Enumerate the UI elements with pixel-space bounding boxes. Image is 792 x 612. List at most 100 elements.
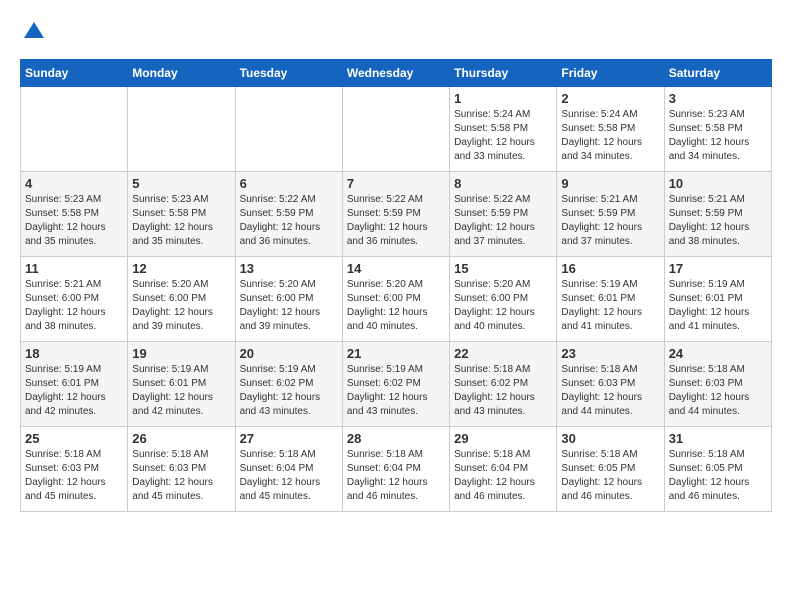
- day-info: Sunrise: 5:24 AM Sunset: 5:58 PM Dayligh…: [454, 108, 552, 164]
- day-info: Sunrise: 5:18 AM Sunset: 6:03 PM Dayligh…: [561, 363, 659, 419]
- day-info: Sunrise: 5:18 AM Sunset: 6:04 PM Dayligh…: [347, 448, 445, 504]
- calendar-cell: 15 Sunrise: 5:20 AM Sunset: 6:00 PM Dayli…: [450, 257, 557, 342]
- day-number: 3: [669, 91, 767, 106]
- day-info: Sunrise: 5:21 AM Sunset: 5:59 PM Dayligh…: [561, 193, 659, 249]
- day-number: 14: [347, 261, 445, 276]
- calendar-cell: 11Sunrise: 5:21 AM Sunset: 6:00 PM Dayli…: [21, 257, 128, 342]
- calendar-cell: [128, 87, 235, 172]
- day-number: 2: [561, 91, 659, 106]
- day-info: Sunrise: 5:21 AM Sunset: 5:59 PM Dayligh…: [669, 193, 767, 249]
- calendar-cell: 30 Sunrise: 5:18 AM Sunset: 6:05 PM Dayli…: [557, 427, 664, 512]
- calendar-cell: 31 Sunrise: 5:18 AM Sunset: 6:05 PM Dayli…: [664, 427, 771, 512]
- header-monday: Monday: [128, 60, 235, 87]
- calendar-cell: 5Sunrise: 5:23 AM Sunset: 5:58 PM Daylig…: [128, 172, 235, 257]
- calendar-cell: 27 Sunrise: 5:18 AM Sunset: 6:04 PM Dayli…: [235, 427, 342, 512]
- header-sunday: Sunday: [21, 60, 128, 87]
- header-thursday: Thursday: [450, 60, 557, 87]
- day-number: 31: [669, 431, 767, 446]
- day-number: 1: [454, 91, 552, 106]
- calendar-cell: 18 Sunrise: 5:19 AM Sunset: 6:01 PM Dayli…: [21, 342, 128, 427]
- day-number: 18: [25, 346, 123, 361]
- day-info: Sunrise: 5:24 AM Sunset: 5:58 PM Dayligh…: [561, 108, 659, 164]
- calendar-cell: 4 Sunrise: 5:23 AM Sunset: 5:58 PM Daylig…: [21, 172, 128, 257]
- day-number: 30: [561, 431, 659, 446]
- day-info: Sunrise: 5:20 AM Sunset: 6:00 PM Dayligh…: [454, 278, 552, 334]
- week-row-5: 25 Sunrise: 5:18 AM Sunset: 6:03 PM Dayli…: [21, 427, 772, 512]
- day-number: 28: [347, 431, 445, 446]
- calendar-header: SundayMondayTuesdayWednesdayThursdayFrid…: [21, 60, 772, 87]
- day-info: Sunrise: 5:22 AM Sunset: 5:59 PM Dayligh…: [347, 193, 445, 249]
- calendar-cell: 29 Sunrise: 5:18 AM Sunset: 6:04 PM Dayli…: [450, 427, 557, 512]
- day-number: 13: [240, 261, 338, 276]
- day-info: Sunrise: 5:20 AM Sunset: 6:00 PM Dayligh…: [347, 278, 445, 334]
- day-number: 7: [347, 176, 445, 191]
- day-info: Sunrise: 5:18 AM Sunset: 6:05 PM Dayligh…: [669, 448, 767, 504]
- calendar-cell: 13 Sunrise: 5:20 AM Sunset: 6:00 PM Dayli…: [235, 257, 342, 342]
- calendar-cell: 28 Sunrise: 5:18 AM Sunset: 6:04 PM Dayli…: [342, 427, 449, 512]
- day-number: 21: [347, 346, 445, 361]
- day-info: Sunrise: 5:19 AM Sunset: 6:01 PM Dayligh…: [561, 278, 659, 334]
- calendar-cell: 16 Sunrise: 5:19 AM Sunset: 6:01 PM Dayli…: [557, 257, 664, 342]
- day-info: Sunrise: 5:18 AM Sunset: 6:04 PM Dayligh…: [240, 448, 338, 504]
- day-info: Sunrise: 5:23 AM Sunset: 5:58 PM Dayligh…: [132, 193, 230, 249]
- calendar-cell: 1 Sunrise: 5:24 AM Sunset: 5:58 PM Daylig…: [450, 87, 557, 172]
- day-number: 24: [669, 346, 767, 361]
- header-wednesday: Wednesday: [342, 60, 449, 87]
- calendar-cell: 2 Sunrise: 5:24 AM Sunset: 5:58 PM Daylig…: [557, 87, 664, 172]
- day-number: 8: [454, 176, 552, 191]
- day-info: Sunrise: 5:20 AM Sunset: 6:00 PM Dayligh…: [240, 278, 338, 334]
- day-number: 27: [240, 431, 338, 446]
- header-tuesday: Tuesday: [235, 60, 342, 87]
- calendar-cell: 7 Sunrise: 5:22 AM Sunset: 5:59 PM Daylig…: [342, 172, 449, 257]
- day-info: Sunrise: 5:19 AM Sunset: 6:01 PM Dayligh…: [669, 278, 767, 334]
- calendar-cell: 23 Sunrise: 5:18 AM Sunset: 6:03 PM Dayli…: [557, 342, 664, 427]
- day-info: Sunrise: 5:18 AM Sunset: 6:04 PM Dayligh…: [454, 448, 552, 504]
- day-number: 9: [561, 176, 659, 191]
- calendar-cell: 3 Sunrise: 5:23 AM Sunset: 5:58 PM Daylig…: [664, 87, 771, 172]
- day-number: 22: [454, 346, 552, 361]
- day-number: 20: [240, 346, 338, 361]
- calendar-cell: 8 Sunrise: 5:22 AM Sunset: 5:59 PM Daylig…: [450, 172, 557, 257]
- day-info: Sunrise: 5:22 AM Sunset: 5:59 PM Dayligh…: [454, 193, 552, 249]
- week-row-1: 1 Sunrise: 5:24 AM Sunset: 5:58 PM Daylig…: [21, 87, 772, 172]
- calendar-cell: 9 Sunrise: 5:21 AM Sunset: 5:59 PM Daylig…: [557, 172, 664, 257]
- calendar-cell: 14 Sunrise: 5:20 AM Sunset: 6:00 PM Dayli…: [342, 257, 449, 342]
- day-number: 25: [25, 431, 123, 446]
- calendar-cell: 20 Sunrise: 5:19 AM Sunset: 6:02 PM Dayli…: [235, 342, 342, 427]
- calendar-cell: 21 Sunrise: 5:19 AM Sunset: 6:02 PM Dayli…: [342, 342, 449, 427]
- calendar-cell: 17Sunrise: 5:19 AM Sunset: 6:01 PM Dayli…: [664, 257, 771, 342]
- day-info: Sunrise: 5:19 AM Sunset: 6:01 PM Dayligh…: [25, 363, 123, 419]
- day-info: Sunrise: 5:23 AM Sunset: 5:58 PM Dayligh…: [25, 193, 123, 249]
- week-row-2: 4 Sunrise: 5:23 AM Sunset: 5:58 PM Daylig…: [21, 172, 772, 257]
- day-info: Sunrise: 5:21 AM Sunset: 6:00 PM Dayligh…: [25, 278, 123, 334]
- day-number: 23: [561, 346, 659, 361]
- day-number: 29: [454, 431, 552, 446]
- day-info: Sunrise: 5:18 AM Sunset: 6:03 PM Dayligh…: [132, 448, 230, 504]
- calendar-cell: 19Sunrise: 5:19 AM Sunset: 6:01 PM Dayli…: [128, 342, 235, 427]
- day-number: 6: [240, 176, 338, 191]
- day-info: Sunrise: 5:19 AM Sunset: 6:02 PM Dayligh…: [240, 363, 338, 419]
- day-number: 10: [669, 176, 767, 191]
- calendar-cell: [21, 87, 128, 172]
- day-info: Sunrise: 5:18 AM Sunset: 6:05 PM Dayligh…: [561, 448, 659, 504]
- day-info: Sunrise: 5:23 AM Sunset: 5:58 PM Dayligh…: [669, 108, 767, 164]
- calendar-body: 1 Sunrise: 5:24 AM Sunset: 5:58 PM Daylig…: [21, 87, 772, 512]
- day-number: 4: [25, 176, 123, 191]
- day-info: Sunrise: 5:19 AM Sunset: 6:02 PM Dayligh…: [347, 363, 445, 419]
- page-header: [20, 20, 772, 49]
- calendar-cell: [342, 87, 449, 172]
- day-info: Sunrise: 5:18 AM Sunset: 6:02 PM Dayligh…: [454, 363, 552, 419]
- calendar-cell: 25Sunrise: 5:18 AM Sunset: 6:03 PM Dayli…: [21, 427, 128, 512]
- calendar-cell: 24 Sunrise: 5:18 AM Sunset: 6:03 PM Dayli…: [664, 342, 771, 427]
- day-number: 16: [561, 261, 659, 276]
- day-number: 15: [454, 261, 552, 276]
- day-info: Sunrise: 5:18 AM Sunset: 6:03 PM Dayligh…: [669, 363, 767, 419]
- calendar-cell: 22 Sunrise: 5:18 AM Sunset: 6:02 PM Dayli…: [450, 342, 557, 427]
- week-row-4: 18 Sunrise: 5:19 AM Sunset: 6:01 PM Dayli…: [21, 342, 772, 427]
- day-number: 12: [132, 261, 230, 276]
- calendar-cell: [235, 87, 342, 172]
- week-row-3: 11Sunrise: 5:21 AM Sunset: 6:00 PM Dayli…: [21, 257, 772, 342]
- logo: [20, 20, 46, 49]
- day-number: 19: [132, 346, 230, 361]
- logo-icon: [22, 20, 46, 44]
